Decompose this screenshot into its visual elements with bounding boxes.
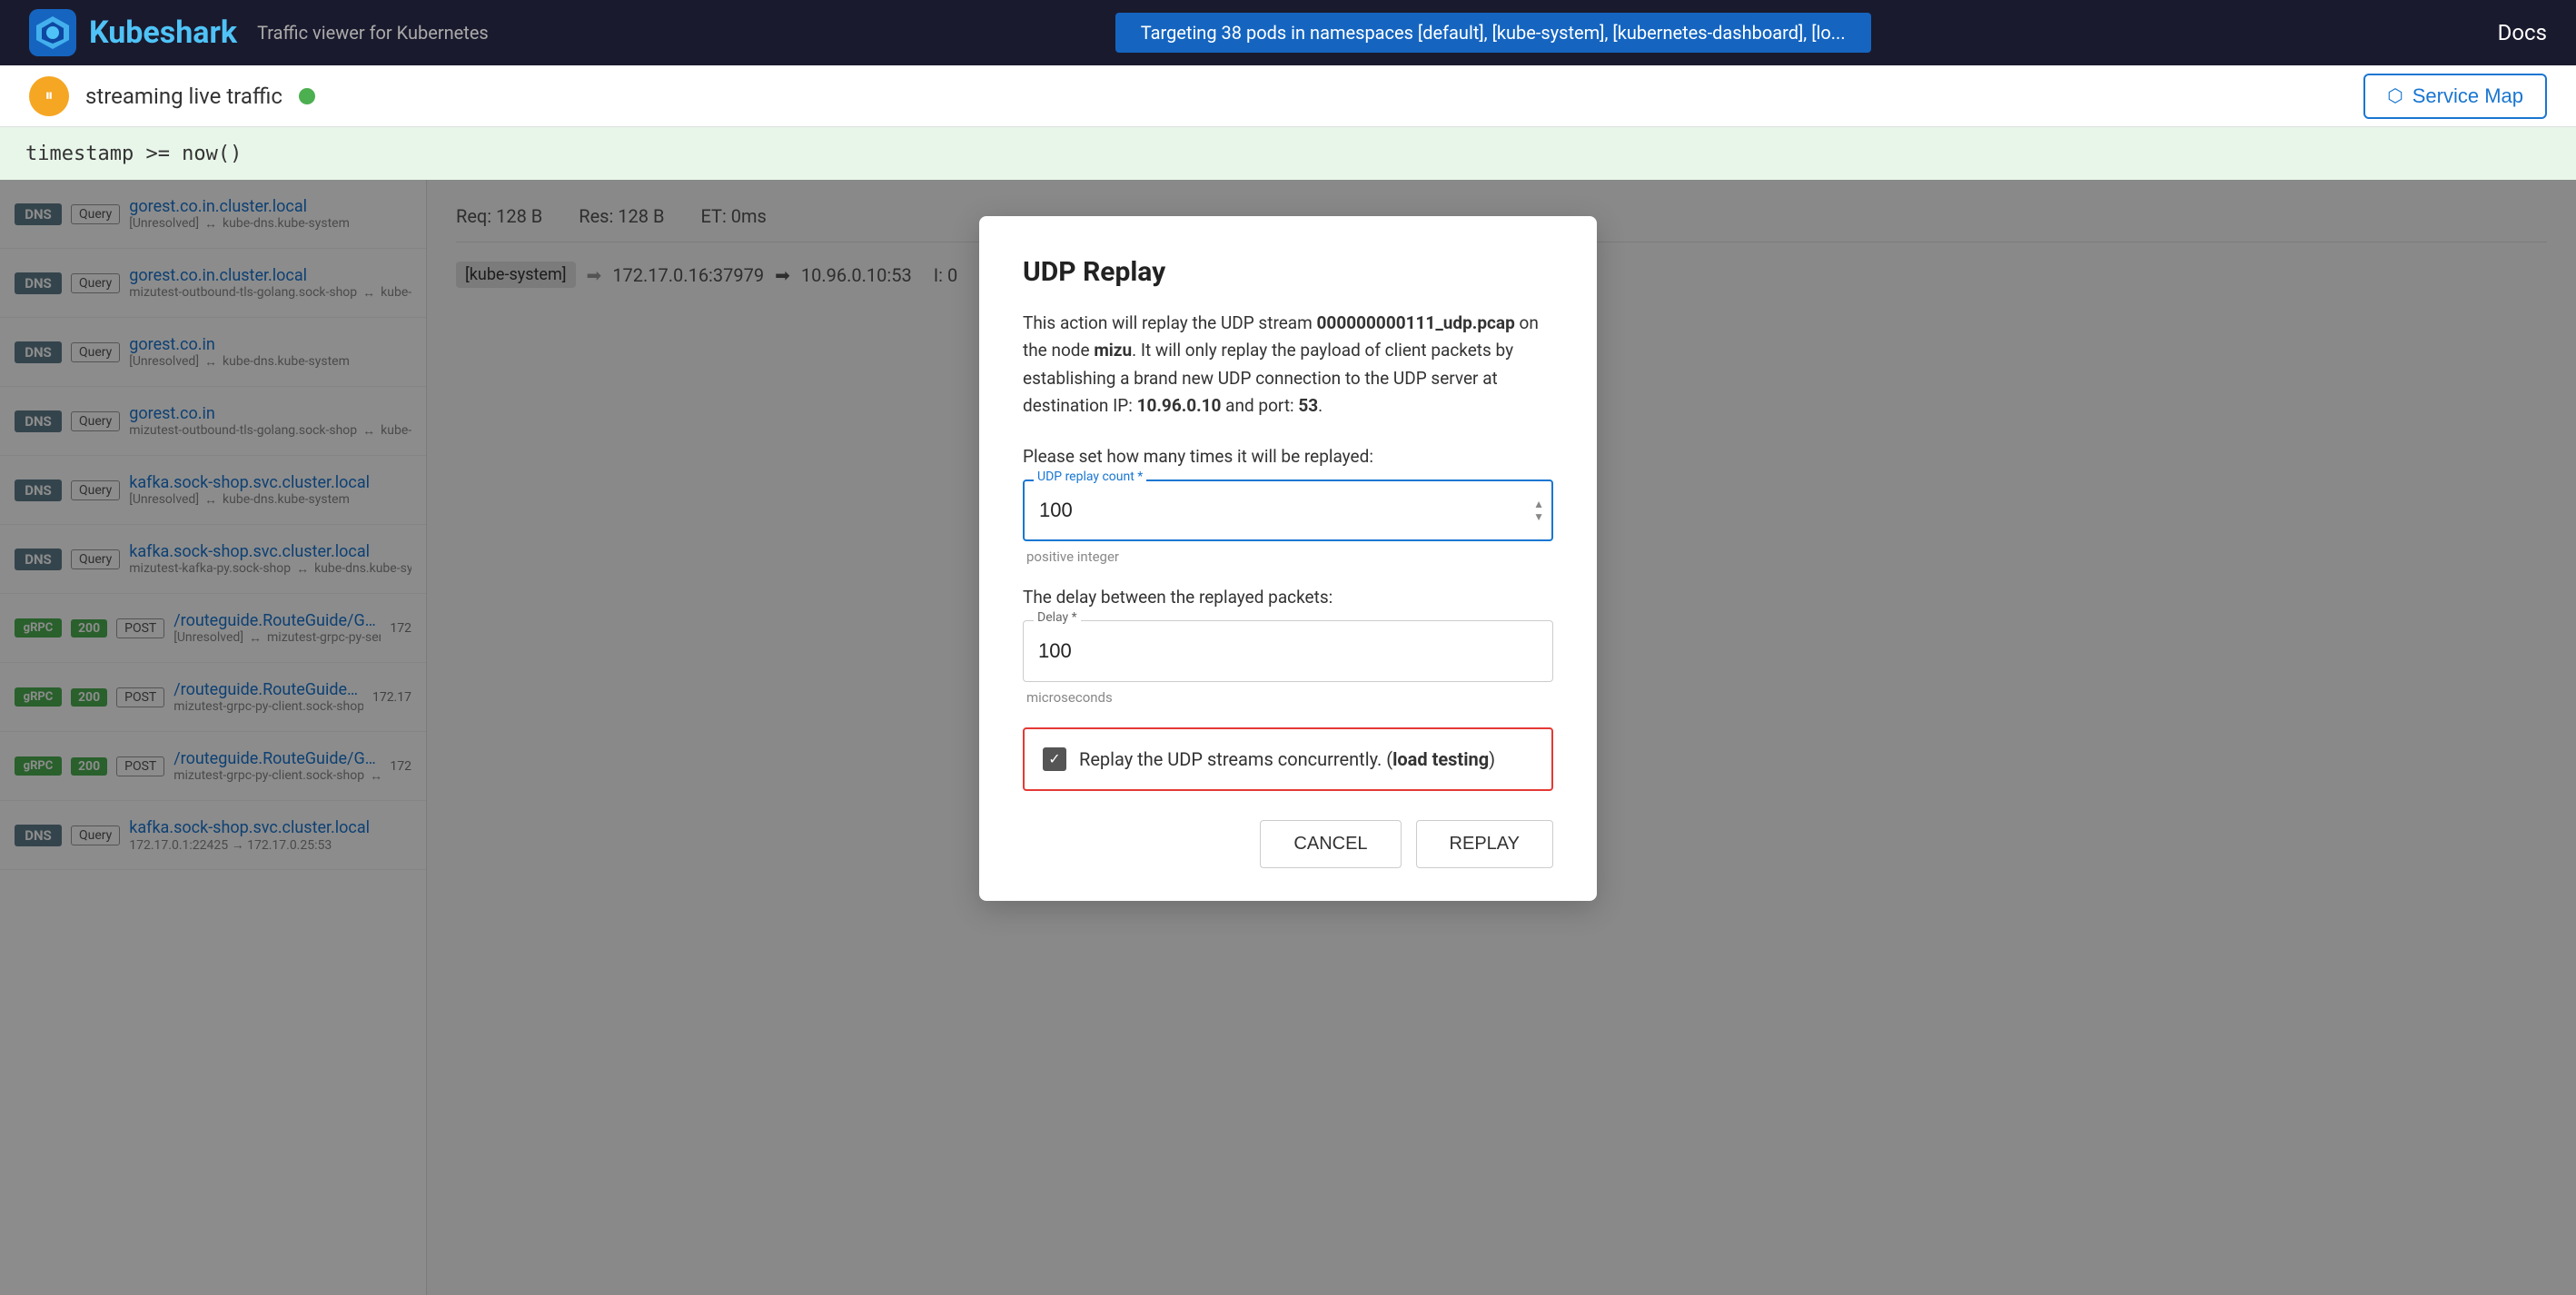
- main-area: DNS Query gorest.co.in.cluster.local [Un…: [0, 180, 2576, 1295]
- modal-desc-port: 53: [1298, 395, 1318, 416]
- modal-desc-filename: 000000000111_udp.pcap: [1317, 312, 1515, 333]
- replay-count-field-label: UDP replay count *: [1034, 470, 1146, 484]
- statusbar: ⏸ streaming live traffic ⬡ Service Map: [0, 65, 2576, 127]
- spinner-up[interactable]: ▲: [1533, 499, 1544, 509]
- replay-count-hint: positive integer: [1023, 549, 1553, 565]
- app-subtitle: Traffic viewer for Kubernetes: [257, 22, 489, 44]
- cancel-button[interactable]: CANCEL: [1260, 820, 1401, 868]
- topbar: Kubeshark Traffic viewer for Kubernetes …: [0, 0, 2576, 65]
- streaming-status-text: streaming live traffic: [85, 84, 282, 109]
- service-map-label: Service Map: [2413, 84, 2523, 108]
- spinner-down[interactable]: ▼: [1533, 511, 1544, 522]
- modal-actions: CANCEL REPLAY: [1023, 820, 1553, 868]
- pause-button[interactable]: ⏸: [29, 76, 69, 116]
- service-map-icon: ⬡: [2387, 84, 2403, 107]
- docs-link[interactable]: Docs: [2498, 20, 2547, 45]
- concurrent-label: Replay the UDP streams concurrently. (lo…: [1079, 748, 1495, 770]
- targeting-banner: Targeting 38 pods in namespaces [default…: [1115, 13, 1871, 53]
- topbar-center: Targeting 38 pods in namespaces [default…: [489, 13, 2498, 53]
- filter-expression: timestamp >= now(): [25, 143, 242, 165]
- modal-desc-ip: 10.96.0.10: [1137, 395, 1222, 416]
- delay-hint: microseconds: [1023, 689, 1553, 706]
- replay-confirm-button[interactable]: REPLAY: [1416, 820, 1553, 868]
- modal-desc-part4: and port:: [1221, 395, 1298, 416]
- replay-count-section-label: Please set how many times it will be rep…: [1023, 446, 1553, 467]
- logo-area: Kubeshark Traffic viewer for Kubernetes: [29, 9, 489, 56]
- modal-desc-node: mizu: [1094, 340, 1132, 361]
- concurrent-bold-text: load testing: [1392, 748, 1489, 770]
- concurrent-label-text: Replay the UDP streams concurrently. (: [1079, 748, 1392, 770]
- modal-desc-end: .: [1318, 395, 1323, 416]
- delay-input-group: Delay *: [1023, 620, 1553, 682]
- modal-title: UDP Replay: [1023, 256, 1553, 288]
- modal-overlay: UDP Replay This action will replay the U…: [0, 180, 2576, 1295]
- modal-description: This action will replay the UDP stream 0…: [1023, 310, 1553, 420]
- filter-bar: timestamp >= now(): [0, 127, 2576, 180]
- concurrent-end-text: ): [1489, 748, 1495, 770]
- replay-count-input-group: UDP replay count * ▲ ▼: [1023, 479, 1553, 541]
- pause-icon: ⏸: [45, 86, 54, 105]
- kubeshark-logo-icon: [29, 9, 76, 56]
- service-map-button[interactable]: ⬡ Service Map: [2363, 74, 2547, 119]
- delay-section-label: The delay between the replayed packets:: [1023, 587, 1553, 608]
- modal-desc-part1: This action will replay the UDP stream: [1023, 312, 1317, 333]
- delay-field-label: Delay *: [1034, 610, 1081, 625]
- spinner-wrapper: ▲ ▼: [1533, 499, 1544, 522]
- concurrent-checkbox[interactable]: [1043, 747, 1066, 771]
- status-left: ⏸ streaming live traffic: [29, 76, 315, 116]
- delay-input[interactable]: [1023, 620, 1553, 682]
- app-name: Kubeshark: [89, 15, 237, 51]
- replay-count-input[interactable]: [1023, 479, 1553, 541]
- concurrent-checkbox-section: Replay the UDP streams concurrently. (lo…: [1023, 727, 1553, 791]
- udp-replay-modal: UDP Replay This action will replay the U…: [979, 216, 1597, 901]
- live-indicator-dot: [299, 88, 315, 104]
